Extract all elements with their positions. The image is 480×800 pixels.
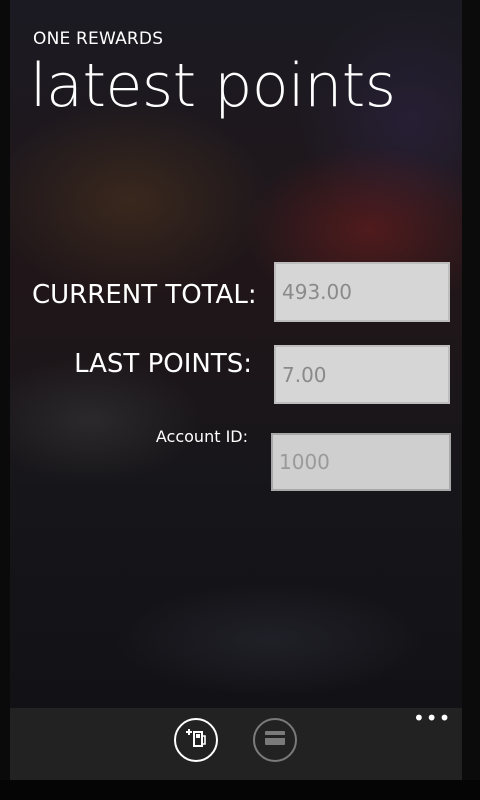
screen-edge <box>462 0 480 800</box>
current-total-field[interactable] <box>274 262 450 322</box>
last-points-label: LAST POINTS: <box>74 349 252 379</box>
app-title: ONE REWARDS <box>33 29 164 49</box>
more-options-button[interactable]: ••• <box>413 708 451 728</box>
screen: ONE REWARDS latest points CURRENT TOTAL:… <box>0 0 480 800</box>
account-id-label: Account ID: <box>155 427 248 446</box>
bottom-strip <box>0 780 480 800</box>
account-id-field[interactable] <box>271 433 451 491</box>
card-button[interactable] <box>253 718 297 762</box>
last-points-field[interactable] <box>274 345 450 404</box>
add-fuel-icon <box>182 724 210 756</box>
page-title: latest points <box>30 51 396 121</box>
card-icon <box>261 724 289 756</box>
application-bar <box>10 708 462 780</box>
add-points-button[interactable] <box>174 718 218 762</box>
current-total-label: CURRENT TOTAL: <box>32 280 257 310</box>
